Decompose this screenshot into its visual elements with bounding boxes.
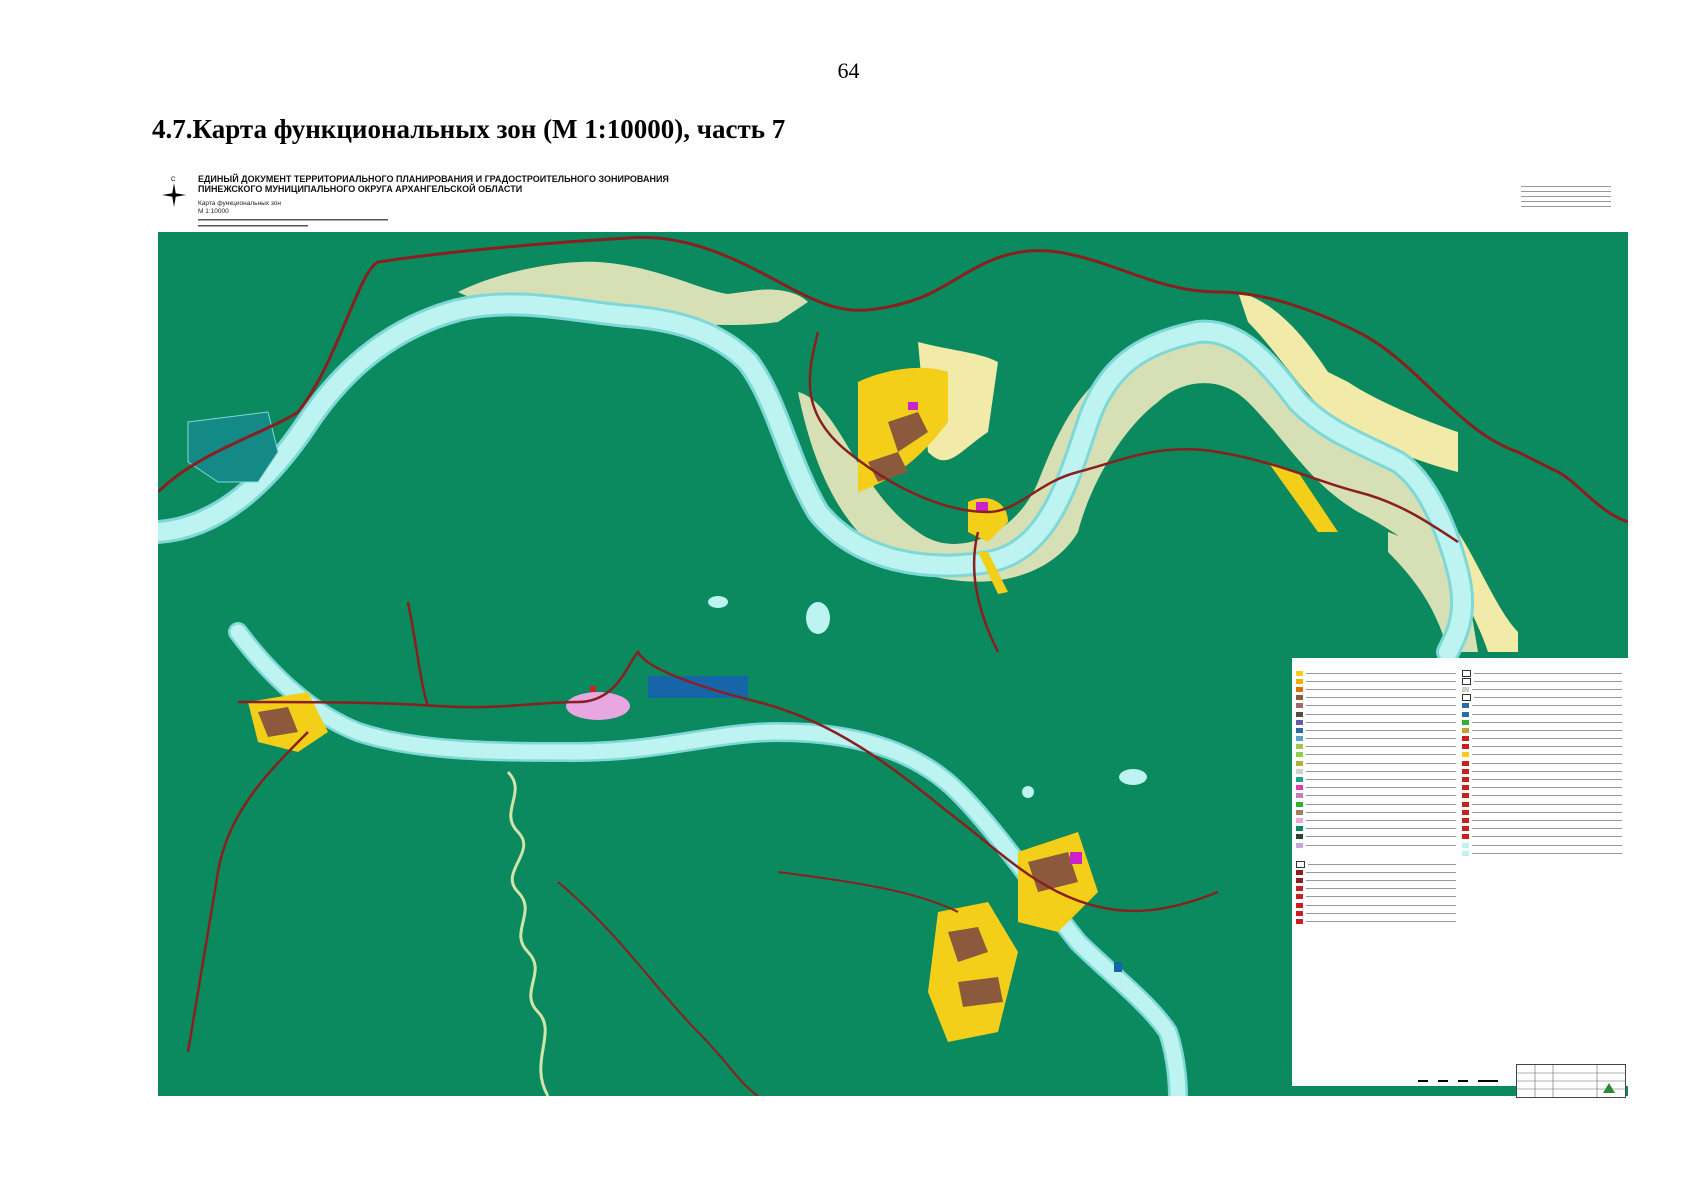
garden-red-marker	[590, 686, 596, 692]
map-header-fine-print	[198, 219, 388, 227]
settlement-north-special	[908, 402, 918, 410]
settlement-southeast-b-special	[1070, 852, 1082, 864]
lake-small-1	[806, 602, 830, 634]
map-scale: М 1:10000	[198, 207, 229, 215]
page-number: 64	[837, 58, 860, 83]
map-header-title-line1: ЕДИНЫЙ ДОКУМЕНТ ТЕРРИТОРИАЛЬНОГО ПЛАНИРО…	[198, 174, 669, 184]
map-header-title-line2: ПИНЕЖСКОГО МУНИЦИПАЛЬНОГО ОКРУГА АРХАНГЕ…	[198, 184, 523, 194]
map-sheet: С ЕДИНЫЙ ДОКУМЕНТ ТЕРРИТОРИАЛЬНОГО ПЛАНИ…	[156, 170, 1631, 1098]
stamp-logo-icon	[1603, 1083, 1615, 1093]
map-header: С ЕДИНЫЙ ДОКУМЕНТ ТЕРРИТОРИАЛЬНОГО ПЛАНИ…	[156, 170, 1631, 232]
map-legend	[1292, 658, 1628, 1086]
compass-rose-icon: С	[162, 177, 186, 207]
lake-small-2	[708, 596, 728, 608]
page-title: 4.7.Карта функциональных зон (М 1:10000)…	[152, 114, 786, 144]
lake-southeast-dark	[1114, 962, 1122, 972]
lake-small-3	[1119, 769, 1147, 785]
compass-label: С	[171, 177, 176, 183]
lake-small-4	[1022, 786, 1034, 798]
garden-zone	[566, 692, 630, 720]
legend-heading	[1296, 662, 1456, 669]
map-header-title: ЕДИНЫЙ ДОКУМЕНТ ТЕРРИТОРИАЛЬНОГО ПЛАНИРО…	[198, 174, 669, 194]
swamp-zone	[187, 411, 279, 483]
map-name: Карта функциональных зон	[198, 200, 281, 207]
approval-note	[1521, 182, 1611, 211]
map-header-subtitle: Карта функциональных зон М 1:10000	[198, 200, 281, 215]
title-block-stamp	[1516, 1064, 1626, 1098]
scale-bar	[1418, 1080, 1498, 1082]
